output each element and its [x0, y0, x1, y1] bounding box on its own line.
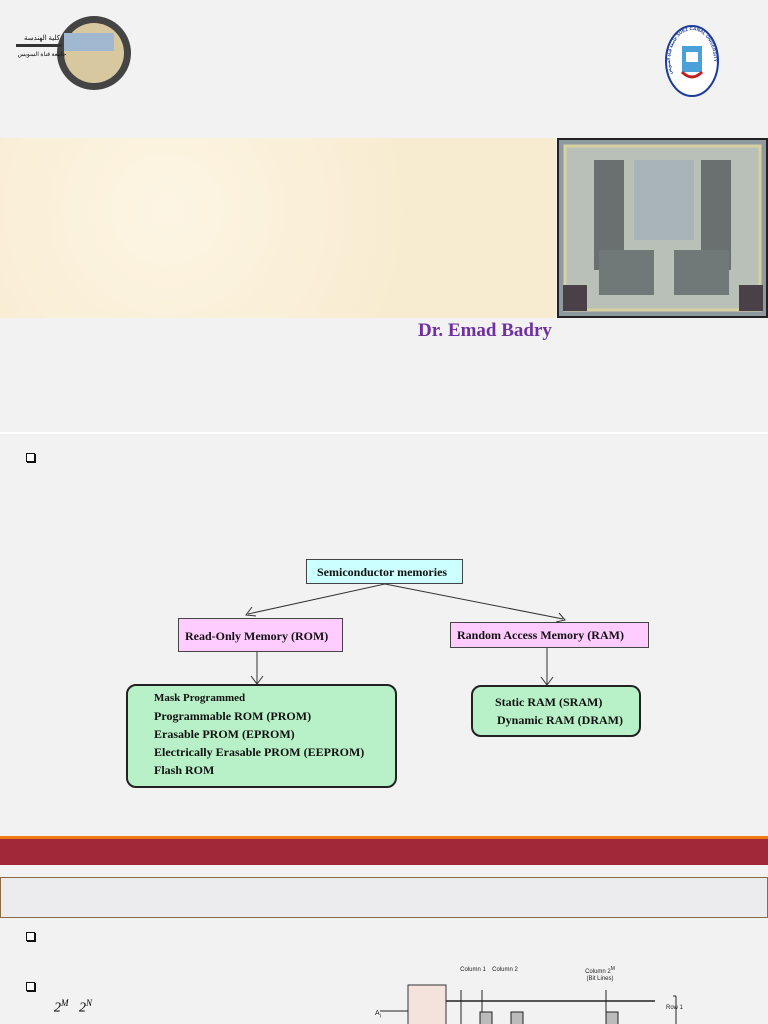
address-sub: i: [379, 1013, 381, 1020]
formula-exp: M: [61, 998, 69, 1008]
ram-type: Static RAM (SRAM): [495, 695, 603, 709]
rom-type: Mask Programmed: [154, 692, 246, 704]
diagram-arrows: [245, 583, 566, 686]
semiconductor-memories-node: Semiconductor memories: [306, 559, 463, 584]
rom-type: Flash ROM: [154, 763, 215, 777]
ram-types-box: Static RAM (SRAM) Dynamic RAM (DRAM): [471, 685, 641, 737]
formula: 2M 2N: [54, 998, 92, 1017]
bullet-checkbox-icon: [26, 982, 35, 991]
formula-base: 2: [54, 1000, 61, 1016]
rom-type: Programmable ROM (PROM): [154, 709, 312, 723]
column-2-label: Column 2: [492, 967, 518, 973]
address-label: Ai: [375, 1010, 381, 1020]
slide-title-bar: [0, 836, 768, 865]
bullet-checkbox-icon: [26, 932, 35, 941]
slide-subtitle-box: [0, 877, 768, 918]
rom-type: Electrically Erasable PROM (EEPROM): [154, 745, 365, 759]
bit-lines-label: (Bit Lines): [586, 976, 614, 982]
rom-node: Read-Only Memory (ROM): [178, 618, 343, 652]
column-1-label: Column 1: [460, 967, 486, 973]
rom-type: Erasable PROM (EPROM): [154, 727, 295, 741]
memory-array-circuit: [380, 984, 677, 1024]
column-2m-text: Column 2: [585, 969, 611, 975]
ram-node: Random Access Memory (RAM): [450, 622, 649, 648]
column-2m-exp: M: [610, 966, 615, 972]
column-2m-label: Column 2M (Bit Lines): [578, 966, 622, 983]
row-1-label: Row 1: [666, 1005, 684, 1011]
formula-exp: N: [86, 998, 93, 1008]
formula-base: 2: [79, 1000, 86, 1016]
ram-type: Dynamic RAM (DRAM): [497, 713, 623, 727]
rom-types-box: Mask Programmed Programmable ROM (PROM) …: [126, 684, 397, 788]
